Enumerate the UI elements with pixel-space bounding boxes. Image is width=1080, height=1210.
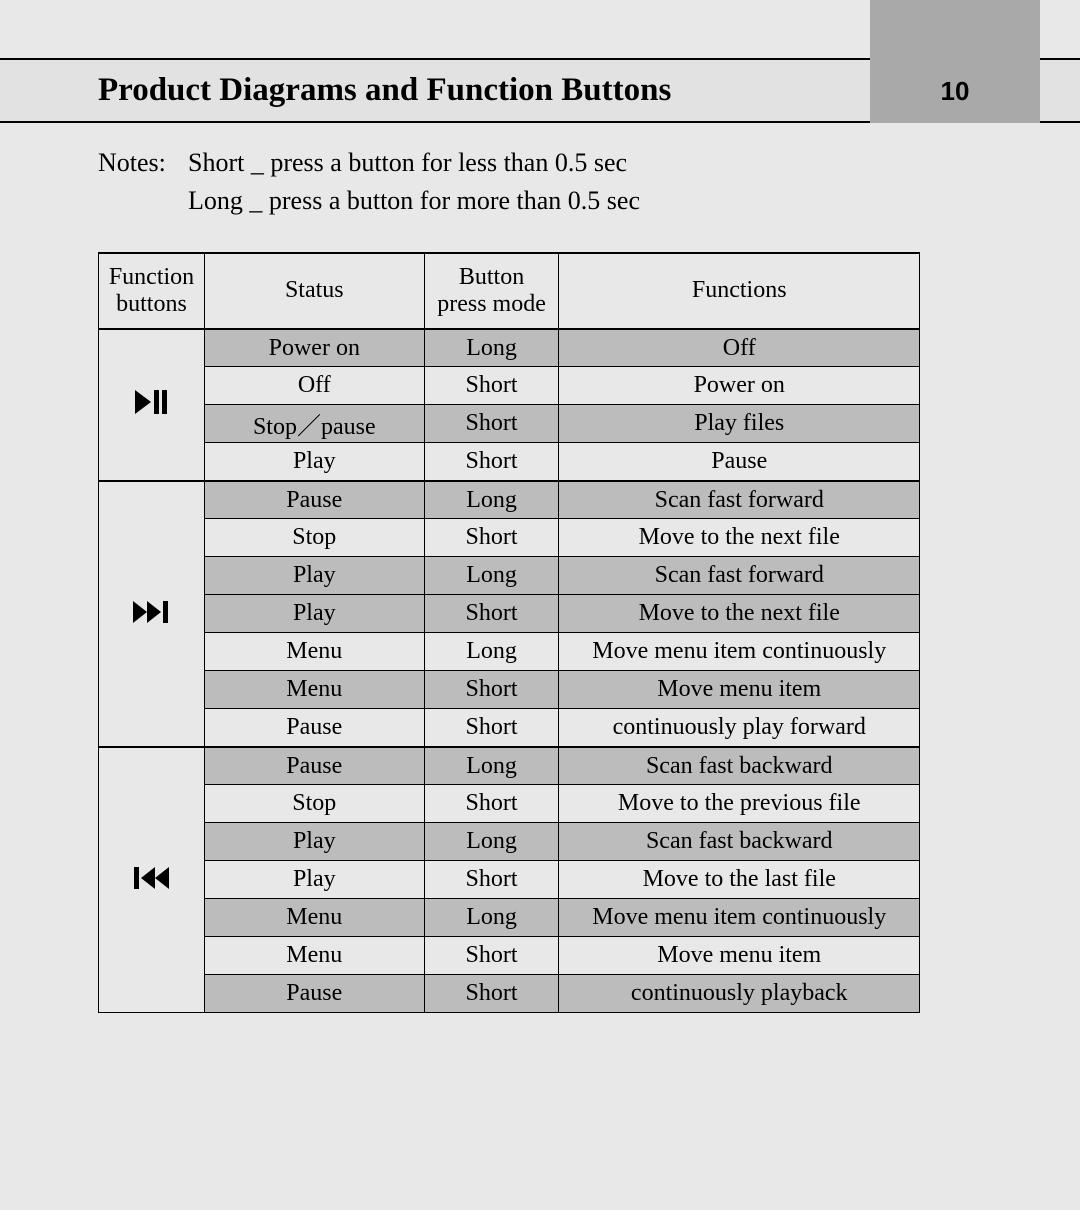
next-track-icon: [133, 601, 169, 623]
cell-status: Play: [204, 595, 424, 633]
previous-track-icon: [133, 867, 169, 889]
notes-label: Notes:: [98, 145, 188, 222]
th-functions: Functions: [559, 253, 920, 329]
table-row: Menu Short Move menu item: [99, 937, 920, 975]
cell-fn: Power on: [559, 367, 920, 405]
cell-status: Play: [204, 861, 424, 899]
cell-fn: Move menu item continuously: [559, 899, 920, 937]
table-row: Stop Short Move to the next file: [99, 519, 920, 557]
cell-mode: Long: [424, 899, 559, 937]
table-row: Menu Long Move menu item continuously: [99, 899, 920, 937]
table-row: Stop／pause Short Play files: [99, 405, 920, 443]
cell-fn: Move menu item: [559, 937, 920, 975]
cell-fn: Scan fast forward: [559, 557, 920, 595]
cell-status: Menu: [204, 633, 424, 671]
table-row: Pause Short continuously playback: [99, 975, 920, 1013]
notes-block: Notes: Short _ press a button for less t…: [98, 145, 1020, 222]
cell-status: Play: [204, 823, 424, 861]
function-table-wrap: Function buttons Status Button press mod…: [98, 252, 1020, 1014]
cell-status: Menu: [204, 671, 424, 709]
cell-status: Play: [204, 443, 424, 481]
cell-mode: Short: [424, 937, 559, 975]
cell-mode: Short: [424, 975, 559, 1013]
table-row: Stop Short Move to the previous file: [99, 785, 920, 823]
play-pause-button-cell: [99, 329, 205, 481]
cell-mode: Short: [424, 367, 559, 405]
next-button-cell: [99, 481, 205, 747]
cell-status: Pause: [204, 709, 424, 747]
cell-fn: Play files: [559, 405, 920, 443]
cell-fn: Off: [559, 329, 920, 367]
cell-mode: Short: [424, 785, 559, 823]
table-row: Play Short Move to the last file: [99, 861, 920, 899]
play-pause-icon: [135, 390, 167, 414]
table-header-row: Function buttons Status Button press mod…: [99, 253, 920, 329]
table-row: Play Short Move to the next file: [99, 595, 920, 633]
cell-fn: Move to the previous file: [559, 785, 920, 823]
cell-fn: continuously playback: [559, 975, 920, 1013]
cell-fn: Pause: [559, 443, 920, 481]
cell-fn: Scan fast forward: [559, 481, 920, 519]
cell-fn: Scan fast backward: [559, 747, 920, 785]
page-number: 10: [941, 76, 970, 107]
cell-status: Pause: [204, 975, 424, 1013]
table-row: Pause Short continuously play forward: [99, 709, 920, 747]
content-area: Notes: Short _ press a button for less t…: [98, 145, 1020, 1013]
notes-line-1: Short _ press a button for less than 0.5…: [188, 145, 640, 181]
function-table: Function buttons Status Button press mod…: [98, 252, 920, 1014]
table-row: Power on Long Off: [99, 329, 920, 367]
th-status: Status: [204, 253, 424, 329]
cell-fn: Scan fast backward: [559, 823, 920, 861]
cell-fn: Move menu item continuously: [559, 633, 920, 671]
cell-mode: Short: [424, 405, 559, 443]
cell-status: Power on: [204, 329, 424, 367]
cell-mode: Long: [424, 481, 559, 519]
cell-mode: Long: [424, 747, 559, 785]
table-row: Play Long Scan fast forward: [99, 557, 920, 595]
cell-mode: Short: [424, 595, 559, 633]
cell-fn: Move menu item: [559, 671, 920, 709]
cell-status: Play: [204, 557, 424, 595]
cell-status: Menu: [204, 899, 424, 937]
table-row: Play Short Pause: [99, 443, 920, 481]
cell-status: Stop: [204, 785, 424, 823]
cell-status: Off: [204, 367, 424, 405]
notes-lines: Short _ press a button for less than 0.5…: [188, 145, 640, 222]
cell-status: Stop: [204, 519, 424, 557]
cell-mode: Short: [424, 519, 559, 557]
cell-status: Pause: [204, 747, 424, 785]
prev-button-cell: [99, 747, 205, 1013]
cell-fn: Move to the next file: [559, 595, 920, 633]
cell-mode: Short: [424, 861, 559, 899]
cell-mode: Long: [424, 329, 559, 367]
cell-fn: continuously play forward: [559, 709, 920, 747]
table-row: Menu Short Move menu item: [99, 671, 920, 709]
page-number-tab: 10: [870, 0, 1040, 123]
cell-mode: Short: [424, 443, 559, 481]
cell-mode: Short: [424, 709, 559, 747]
cell-status: Menu: [204, 937, 424, 975]
cell-mode: Short: [424, 671, 559, 709]
cell-mode: Long: [424, 557, 559, 595]
th-function-buttons: Function buttons: [99, 253, 205, 329]
table-row: Pause Long Scan fast forward: [99, 481, 920, 519]
cell-fn: Move to the last file: [559, 861, 920, 899]
table-row: Pause Long Scan fast backward: [99, 747, 920, 785]
table-row: Off Short Power on: [99, 367, 920, 405]
cell-status: Stop／pause: [204, 405, 424, 443]
cell-mode: Long: [424, 823, 559, 861]
table-row: Menu Long Move menu item continuously: [99, 633, 920, 671]
table-row: Play Long Scan fast backward: [99, 823, 920, 861]
cell-fn: Move to the next file: [559, 519, 920, 557]
cell-status: Pause: [204, 481, 424, 519]
th-press-mode: Button press mode: [424, 253, 559, 329]
cell-mode: Long: [424, 633, 559, 671]
notes-line-2: Long _ press a button for more than 0.5 …: [188, 183, 640, 219]
